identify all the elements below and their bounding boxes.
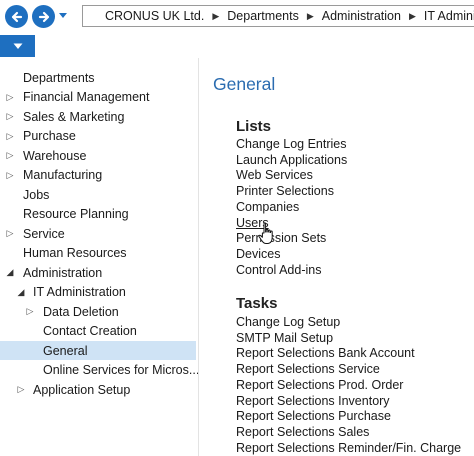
expand-arrow-icon[interactable]: ▷ <box>5 131 15 141</box>
link-report-selections-purchase[interactable]: Report Selections Purchase <box>236 409 391 423</box>
tree-item-purchase[interactable]: ▷ Purchase <box>0 127 196 146</box>
tree-item-label: Purchase <box>23 129 76 143</box>
tree-item-label: Administration <box>23 265 103 280</box>
expand-arrow-icon[interactable]: ▷ <box>5 170 15 180</box>
breadcrumb-separator-icon[interactable]: ▶ <box>212 11 219 22</box>
arrow-right-icon <box>38 11 49 22</box>
tree-item-administration[interactable]: ◢ Administration <box>0 263 196 282</box>
tree-item-online-services[interactable]: Online Services for Micros... <box>0 361 200 380</box>
tree-item-label: Human Resources <box>23 246 127 260</box>
tree-item-departments[interactable]: Departments <box>0 68 196 87</box>
tree-item-label: General <box>43 343 88 358</box>
breadcrumb-item-it-administration[interactable]: IT Adminis <box>424 9 474 23</box>
link-control-add-ins[interactable]: Control Add-ins <box>236 263 321 277</box>
link-launch-applications[interactable]: Launch Applications <box>236 153 347 167</box>
collapse-arrow-icon[interactable]: ◢ <box>16 287 26 297</box>
tree-item-general[interactable]: General <box>0 341 196 360</box>
history-dropdown-icon[interactable] <box>58 12 68 20</box>
forward-button[interactable] <box>32 5 55 28</box>
chevron-down-icon <box>13 43 22 49</box>
tree-item-contact-creation[interactable]: Contact Creation <box>0 322 196 341</box>
tree-item-sales-marketing[interactable]: ▷ Sales & Marketing <box>0 107 196 126</box>
tree-item-label: Sales & Marketing <box>23 109 125 124</box>
lists-heading: Lists <box>236 118 272 135</box>
tree-item-label: Warehouse <box>23 148 87 163</box>
breadcrumb-separator-icon[interactable]: ▶ <box>307 11 314 22</box>
tree-item-financial-management[interactable]: ▷ Financial Management <box>0 88 196 107</box>
link-smtp-mail-setup[interactable]: SMTP Mail Setup <box>236 331 333 345</box>
link-printer-selections[interactable]: Printer Selections <box>236 184 334 198</box>
collapse-arrow-icon[interactable]: ◢ <box>5 267 15 278</box>
app-menu-button[interactable] <box>0 35 35 57</box>
tree-item-label: Data Deletion <box>43 304 119 319</box>
link-report-selections-reminder[interactable]: Report Selections Reminder/Fin. Charge <box>236 441 461 455</box>
top-bar: CRONUS UK Ltd. ▶ Departments ▶ Administr… <box>0 0 474 34</box>
link-permission-sets[interactable]: Permission Sets <box>236 231 326 245</box>
tree-item-label: Departments <box>23 70 95 85</box>
expand-arrow-icon[interactable]: ▷ <box>16 384 26 395</box>
tree-item-data-deletion[interactable]: ▷ Data Deletion <box>0 302 196 321</box>
breadcrumb-separator-icon[interactable]: ▶ <box>409 11 416 22</box>
breadcrumb: CRONUS UK Ltd. ▶ Departments ▶ Administr… <box>82 5 474 27</box>
tree-item-jobs[interactable]: Jobs <box>0 185 196 204</box>
tree-item-warehouse[interactable]: ▷ Warehouse <box>0 146 196 165</box>
back-button[interactable] <box>5 5 28 28</box>
pane-divider[interactable] <box>198 58 199 456</box>
link-companies[interactable]: Companies <box>236 200 299 214</box>
tree-item-label: Manufacturing <box>23 168 103 182</box>
breadcrumb-item-company[interactable]: CRONUS UK Ltd. <box>105 9 204 23</box>
link-report-selections-bank-account[interactable]: Report Selections Bank Account <box>236 346 415 360</box>
tree-item-manufacturing[interactable]: ▷ Manufacturing <box>0 166 196 185</box>
link-report-selections-prod-order[interactable]: Report Selections Prod. Order <box>236 378 403 392</box>
tree-item-label: Application Setup <box>33 382 131 397</box>
link-report-selections-inventory[interactable]: Report Selections Inventory <box>236 394 390 408</box>
arrow-left-icon <box>11 11 22 22</box>
link-change-log-setup[interactable]: Change Log Setup <box>236 315 340 329</box>
expand-arrow-icon[interactable]: ▷ <box>5 228 15 239</box>
tree-item-resource-planning[interactable]: Resource Planning <box>0 205 196 224</box>
navigation-tree: Departments ▷ Financial Management ▷ Sal… <box>0 64 200 456</box>
tree-item-label: Service <box>23 226 65 241</box>
hand-pointer-cursor-icon <box>258 222 273 244</box>
expand-arrow-icon[interactable]: ▷ <box>5 111 15 122</box>
tree-item-label: Financial Management <box>23 90 150 104</box>
breadcrumb-item-departments[interactable]: Departments <box>227 9 299 23</box>
link-devices[interactable]: Devices <box>236 247 280 261</box>
tree-item-application-setup[interactable]: ▷ Application Setup <box>0 380 196 399</box>
tree-item-label: Online Services for Micros... <box>43 363 200 377</box>
tree-item-label: Jobs <box>23 187 50 202</box>
link-web-services[interactable]: Web Services <box>236 168 313 182</box>
link-report-selections-service[interactable]: Report Selections Service <box>236 362 380 376</box>
expand-arrow-icon[interactable]: ▷ <box>25 306 35 317</box>
tree-item-label: Contact Creation <box>43 324 137 338</box>
tree-item-service[interactable]: ▷ Service <box>0 224 196 243</box>
page-title: General <box>213 74 276 94</box>
breadcrumb-item-administration[interactable]: Administration <box>322 9 401 23</box>
tree-item-label: IT Administration <box>33 285 126 299</box>
link-change-log-entries[interactable]: Change Log Entries <box>236 137 347 151</box>
expand-arrow-icon[interactable]: ▷ <box>5 150 15 161</box>
tree-item-human-resources[interactable]: Human Resources <box>0 244 196 263</box>
link-report-selections-sales[interactable]: Report Selections Sales <box>236 425 369 439</box>
tree-item-label: Resource Planning <box>23 207 129 221</box>
expand-arrow-icon[interactable]: ▷ <box>5 92 15 102</box>
tasks-heading: Tasks <box>236 295 278 312</box>
tree-item-it-administration[interactable]: ◢ IT Administration <box>0 283 196 302</box>
